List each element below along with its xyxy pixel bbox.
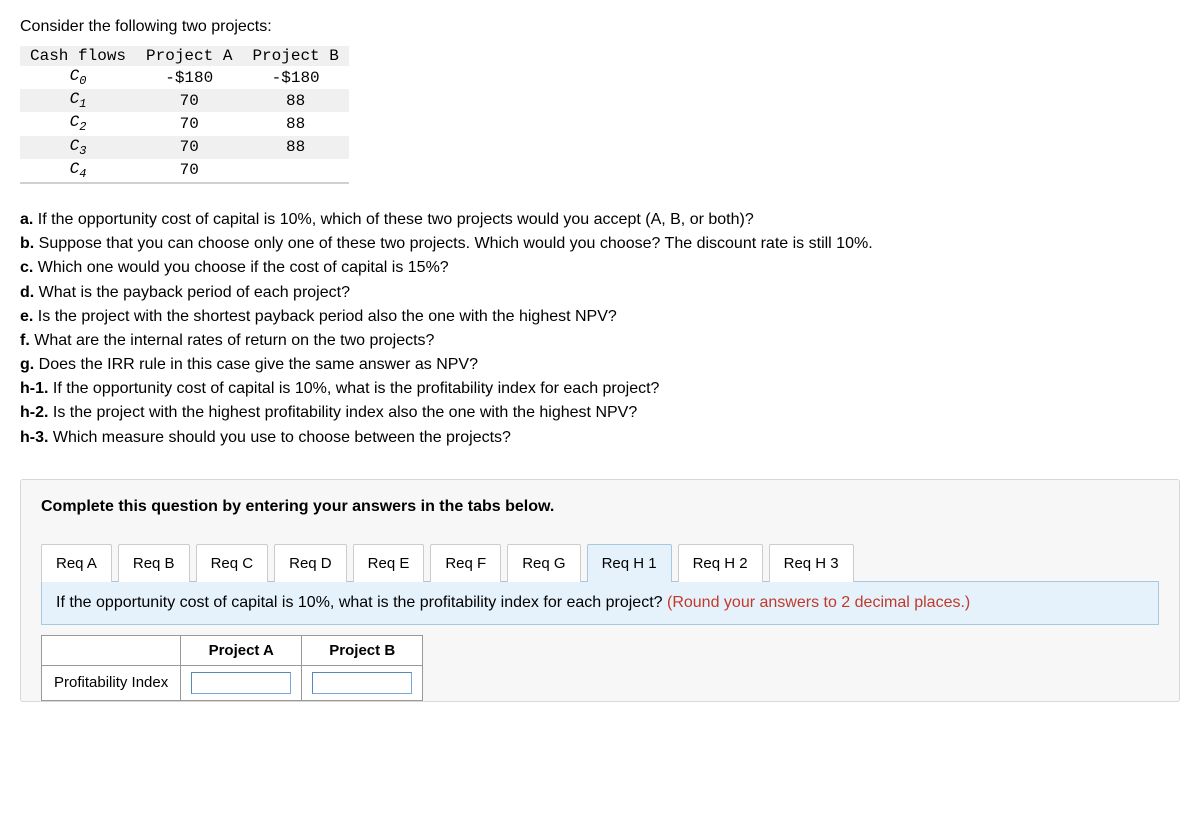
- q-a-tag: a.: [20, 211, 33, 228]
- q-h3-text: Which measure should you use to choose b…: [53, 429, 511, 446]
- tab-req-d[interactable]: Req D: [274, 544, 347, 582]
- row-c2-b: 88: [242, 112, 348, 135]
- q-f-text: What are the internal rates of return on…: [34, 332, 434, 349]
- instruction-text: Complete this question by entering your …: [41, 498, 1159, 516]
- tab-req-g[interactable]: Req G: [507, 544, 580, 582]
- tab-pane-req-h1: If the opportunity cost of capital is 10…: [41, 581, 1159, 625]
- answer-col-b: Project B: [302, 635, 423, 665]
- q-g-text: Does the IRR rule in this case give the …: [39, 356, 478, 373]
- tab-req-c[interactable]: Req C: [196, 544, 269, 582]
- tab-req-a[interactable]: Req A: [41, 544, 112, 582]
- input-project-b[interactable]: [312, 672, 412, 694]
- answer-cell-b: [302, 665, 423, 700]
- answer-table: Project A Project B Profitability Index: [41, 635, 423, 701]
- q-g-tag: g.: [20, 356, 34, 373]
- pane-prompt: If the opportunity cost of capital is 10…: [56, 594, 667, 611]
- q-c-tag: c.: [20, 259, 33, 276]
- row-c1-b: 88: [242, 89, 348, 112]
- q-f-tag: f.: [20, 332, 30, 349]
- tab-req-h3[interactable]: Req H 3: [769, 544, 854, 582]
- row-c3-label: C3: [20, 136, 136, 159]
- row-c1-label: C1: [20, 89, 136, 112]
- q-h1-text: If the opportunity cost of capital is 10…: [53, 380, 660, 397]
- q-h1-tag: h-1.: [20, 380, 48, 397]
- row-c2-a: 70: [136, 112, 242, 135]
- q-d-tag: d.: [20, 284, 34, 301]
- row-c2-label: C2: [20, 112, 136, 135]
- q-c-text: Which one would you choose if the cost o…: [38, 259, 449, 276]
- row-c0-b: -$180: [242, 66, 348, 89]
- tab-req-h1[interactable]: Req H 1: [587, 544, 672, 582]
- row-c3-a: 70: [136, 136, 242, 159]
- tab-req-e[interactable]: Req E: [353, 544, 425, 582]
- q-h2-tag: h-2.: [20, 404, 48, 421]
- answer-area: Complete this question by entering your …: [20, 479, 1180, 702]
- tab-req-h2[interactable]: Req H 2: [678, 544, 763, 582]
- q-a-text: If the opportunity cost of capital is 10…: [38, 211, 754, 228]
- tab-req-b[interactable]: Req B: [118, 544, 190, 582]
- col-header-project-a: Project A: [136, 46, 242, 66]
- pane-hint: (Round your answers to 2 decimal places.…: [667, 594, 970, 611]
- row-c4-label: C4: [20, 159, 136, 183]
- q-b-tag: b.: [20, 235, 34, 252]
- row-c4-b: [242, 159, 348, 183]
- row-c3-b: 88: [242, 136, 348, 159]
- col-header-project-b: Project B: [242, 46, 348, 66]
- q-e-tag: e.: [20, 308, 33, 325]
- answer-col-a: Project A: [181, 635, 302, 665]
- answer-row-label: Profitability Index: [42, 665, 181, 700]
- cash-flows-table: Cash flows Project A Project B C0 -$180 …: [20, 46, 349, 184]
- tab-bar: Req A Req B Req C Req D Req E Req F Req …: [41, 544, 1159, 582]
- answer-cell-a: [181, 665, 302, 700]
- questions-block: a. If the opportunity cost of capital is…: [20, 208, 1180, 449]
- row-c4-a: 70: [136, 159, 242, 183]
- q-h2-text: Is the project with the highest profitab…: [53, 404, 637, 421]
- row-c1-a: 70: [136, 89, 242, 112]
- row-c0-label: C0: [20, 66, 136, 89]
- tab-req-f[interactable]: Req F: [430, 544, 501, 582]
- col-header-cashflows: Cash flows: [20, 46, 136, 66]
- q-e-text: Is the project with the shortest payback…: [38, 308, 617, 325]
- input-project-a[interactable]: [191, 672, 291, 694]
- q-d-text: What is the payback period of each proje…: [39, 284, 350, 301]
- intro-text: Consider the following two projects:: [20, 18, 1180, 36]
- q-h3-tag: h-3.: [20, 429, 48, 446]
- row-c0-a: -$180: [136, 66, 242, 89]
- q-b-text: Suppose that you can choose only one of …: [39, 235, 873, 252]
- answer-corner: [42, 635, 181, 665]
